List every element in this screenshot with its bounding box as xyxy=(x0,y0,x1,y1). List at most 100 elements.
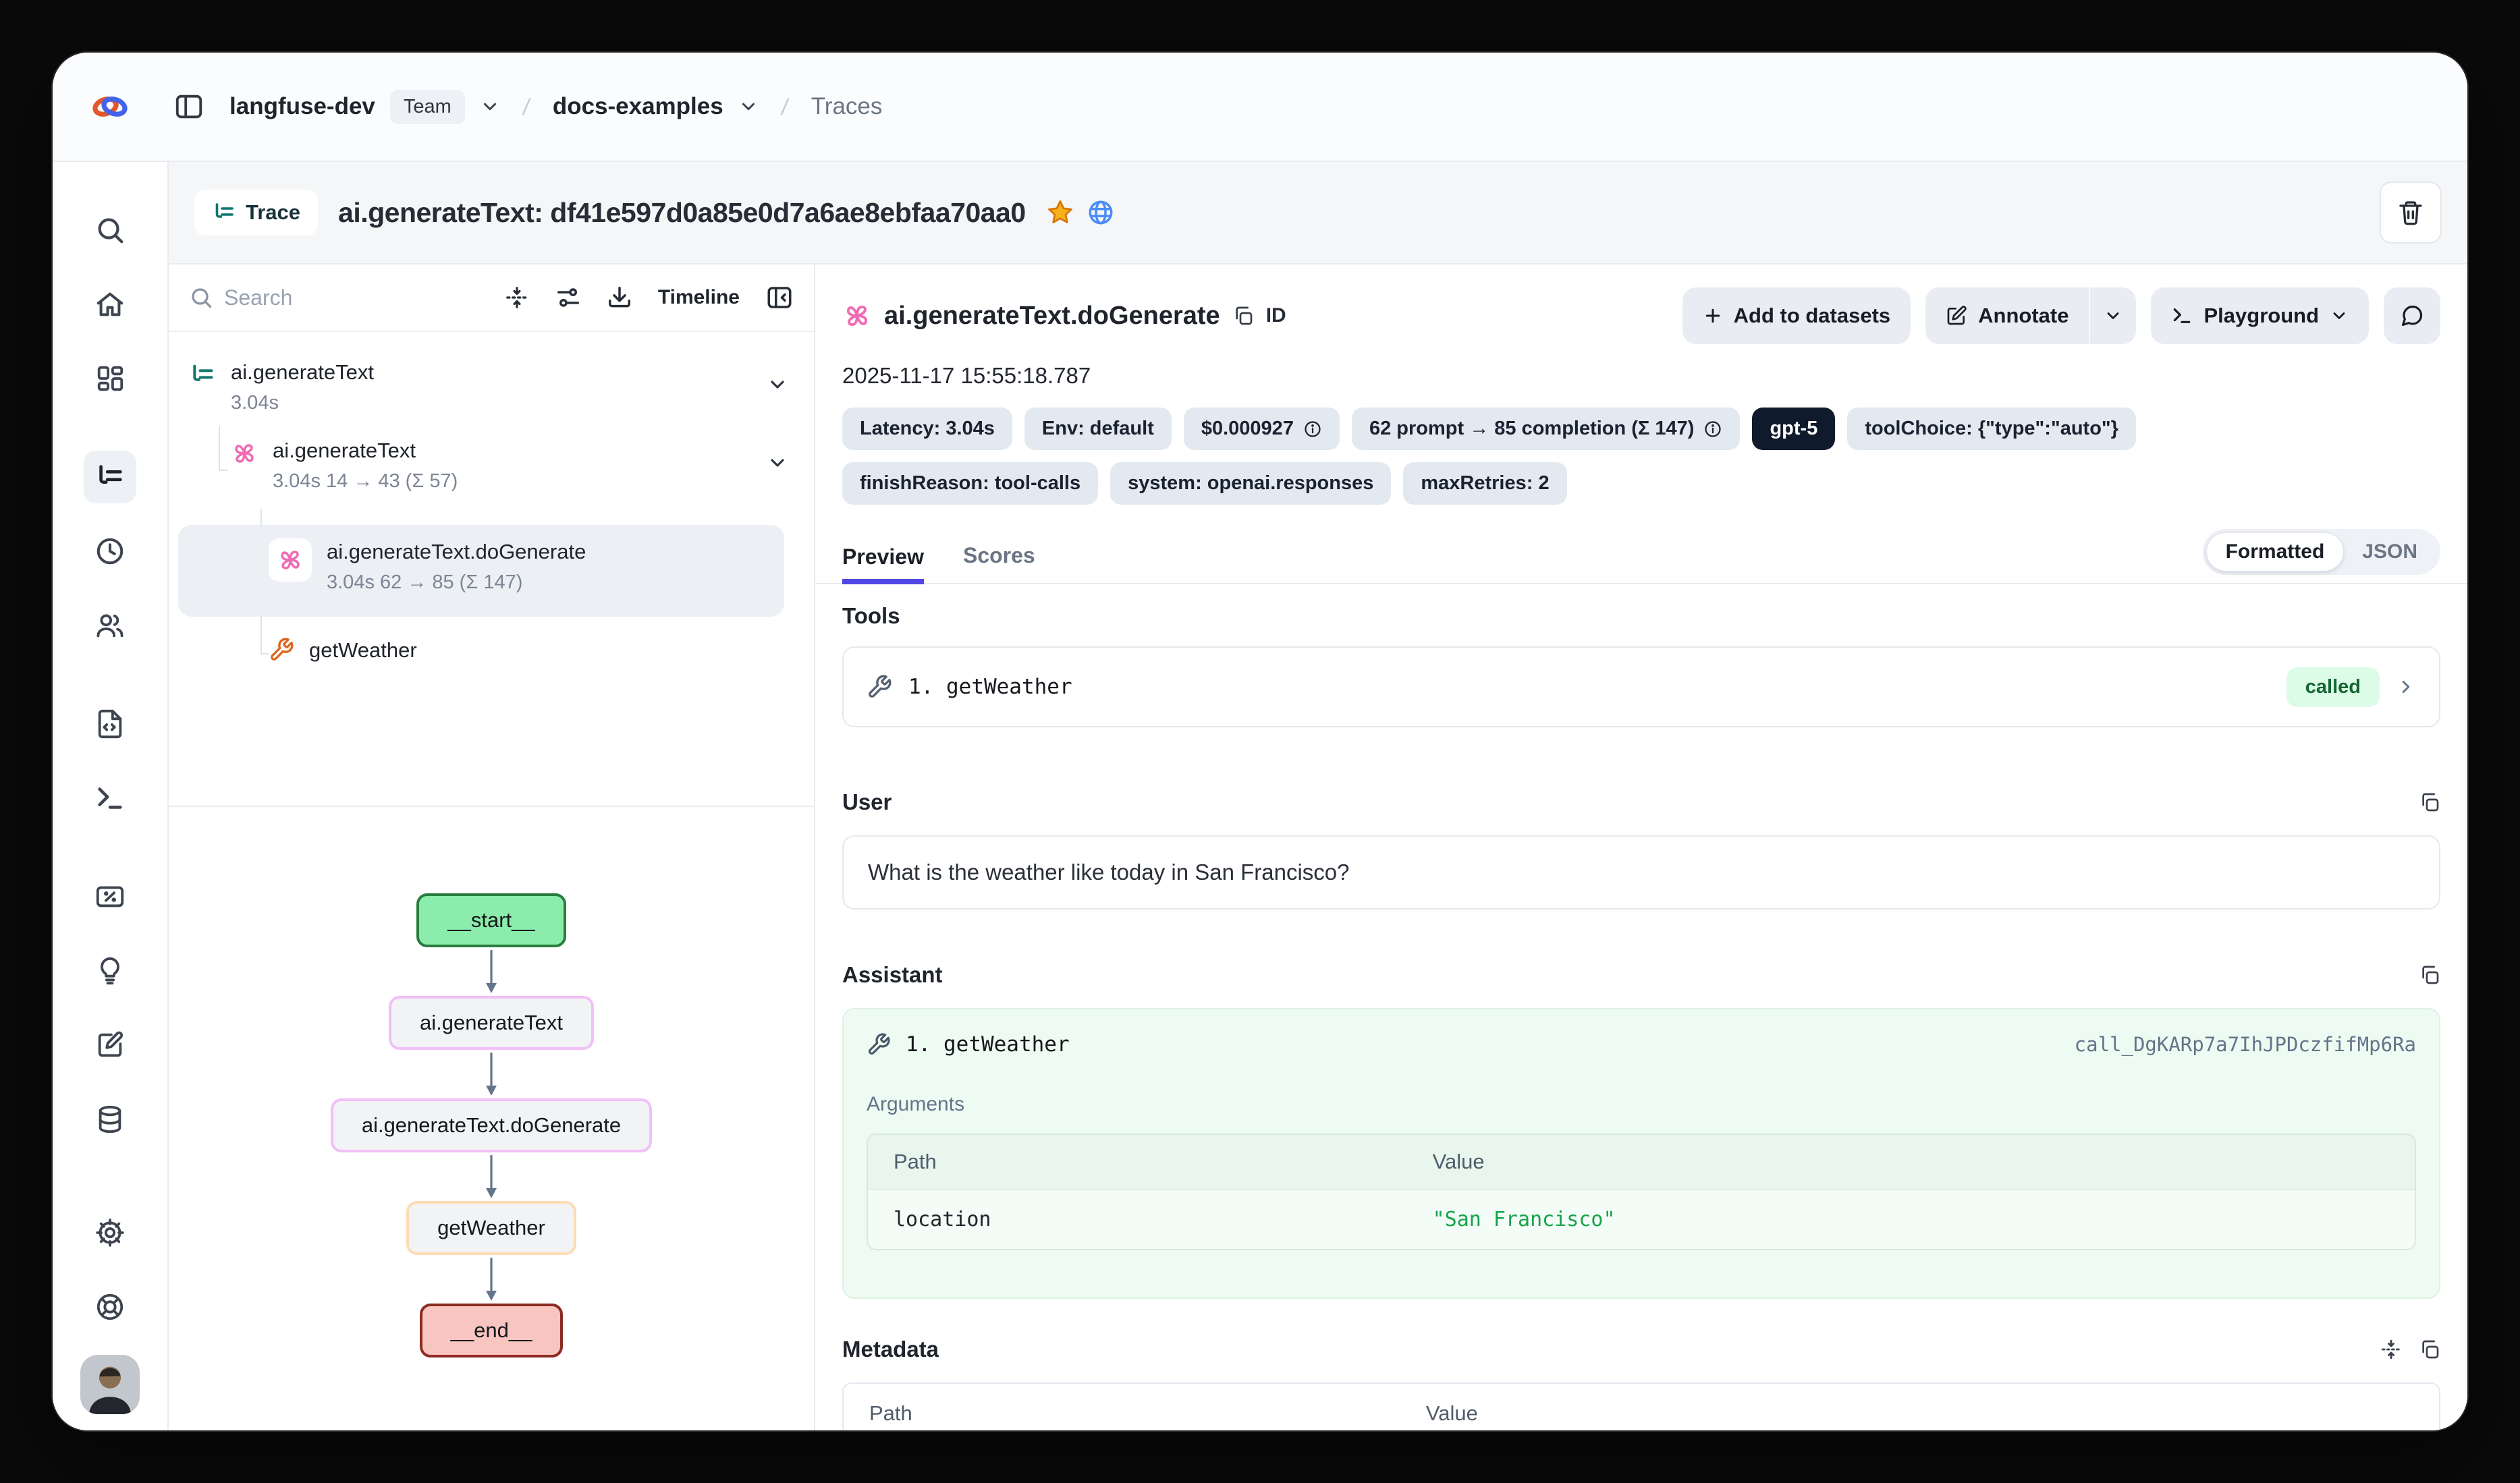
download-icon[interactable] xyxy=(607,285,632,310)
breadcrumb-page[interactable]: Traces xyxy=(811,93,883,120)
dashboards-icon[interactable] xyxy=(84,352,136,405)
settings-gear-icon[interactable] xyxy=(84,1206,136,1259)
trace-badge-label: Trace xyxy=(246,200,300,225)
avatar[interactable] xyxy=(80,1355,140,1414)
toggle-formatted[interactable]: Formatted xyxy=(2207,533,2344,571)
view-mode-toggle: Formatted JSON xyxy=(2203,529,2440,575)
tree-row-meta: 3.04s xyxy=(231,393,374,413)
nav-rail xyxy=(53,162,169,1430)
tree-row-label: ai.generateText xyxy=(231,362,374,383)
tree-guide xyxy=(261,653,269,654)
comments-button[interactable] xyxy=(2384,287,2440,344)
chevron-right-icon[interactable] xyxy=(2396,677,2416,697)
breadcrumb-separator xyxy=(773,95,796,118)
arguments-table: Path Value location "San Francisco" xyxy=(867,1134,2416,1250)
datasets-database-icon[interactable] xyxy=(84,1093,136,1146)
tree-row-generation[interactable]: ai.generateText 3.04s 14 → 43 (Σ 57) xyxy=(231,440,458,491)
trace-graph: __start__ ai.generateText ai.generateTex… xyxy=(169,807,814,1430)
copy-icon[interactable] xyxy=(2419,964,2440,986)
prompts-file-code-icon[interactable] xyxy=(84,698,136,750)
sessions-clock-icon[interactable] xyxy=(84,525,136,578)
graph-node-end[interactable]: __end__ xyxy=(420,1304,564,1358)
tree-row-label: ai.generateText.doGenerate xyxy=(327,541,586,562)
chevron-down-icon[interactable] xyxy=(738,96,759,117)
tool-definition-row[interactable]: 1. getWeather called xyxy=(842,646,2440,727)
called-badge: called xyxy=(2286,667,2380,707)
wrench-icon xyxy=(867,674,892,700)
metadata-heading: Metadata xyxy=(842,1337,939,1362)
trace-type-badge: Trace xyxy=(194,190,318,235)
langfuse-logo[interactable] xyxy=(53,87,167,126)
copy-id-label[interactable]: ID xyxy=(1266,304,1286,327)
tokens-badge[interactable]: 62 prompt → 85 completion (Σ 147) xyxy=(1352,408,1741,450)
collapse-panel-icon[interactable] xyxy=(765,283,794,312)
scores-percent-icon[interactable] xyxy=(84,870,136,923)
view-options-sliders-icon[interactable] xyxy=(555,285,581,310)
copy-icon[interactable] xyxy=(1232,305,1254,327)
tree-row-getweather[interactable]: getWeather xyxy=(269,637,417,663)
chevron-down-icon[interactable] xyxy=(767,452,788,474)
graph-arrow-icon xyxy=(483,1051,500,1097)
table-header-row: Path Value xyxy=(868,1135,2415,1190)
tab-preview[interactable]: Preview xyxy=(842,544,924,584)
search-input[interactable]: Search xyxy=(224,285,292,310)
wrench-icon xyxy=(867,1032,891,1057)
maxretries-badge: maxRetries: 2 xyxy=(1403,462,1566,505)
breadcrumb-section[interactable]: docs-examples xyxy=(553,93,723,120)
env-badge: Env: default xyxy=(1024,408,1172,450)
timeline-toggle[interactable]: Timeline xyxy=(658,286,740,309)
public-globe-icon[interactable] xyxy=(1087,198,1115,227)
playground-terminal-icon[interactable] xyxy=(84,772,136,824)
graph-node-dogenerate[interactable]: ai.generateText.doGenerate xyxy=(331,1098,652,1152)
insights-lightbulb-icon[interactable] xyxy=(84,945,136,997)
add-to-datasets-button[interactable]: Add to datasets xyxy=(1682,287,1911,344)
cost-badge[interactable]: $0.000927 xyxy=(1184,408,1340,450)
breadcrumb-separator xyxy=(515,95,538,118)
breadcrumb: langfuse-dev Team docs-examples Traces xyxy=(229,90,882,124)
pen-square-icon xyxy=(1946,305,1967,327)
wrench-icon xyxy=(269,637,294,663)
users-icon[interactable] xyxy=(84,599,136,652)
sidebar-toggle-icon[interactable] xyxy=(167,85,211,128)
tree-row-label: ai.generateText xyxy=(273,440,458,461)
copy-icon[interactable] xyxy=(2419,1339,2440,1360)
support-lifebuoy-icon[interactable] xyxy=(84,1281,136,1333)
expand-fold-icon[interactable] xyxy=(2380,1338,2403,1361)
system-badge: system: openai.responses xyxy=(1110,462,1391,505)
annotate-dropdown-button[interactable] xyxy=(2089,287,2136,344)
playground-button[interactable]: Playground xyxy=(2151,287,2369,344)
collapse-all-icon[interactable] xyxy=(504,285,530,310)
copy-icon[interactable] xyxy=(2419,791,2440,813)
toggle-json[interactable]: JSON xyxy=(2343,533,2436,571)
graph-node-start[interactable]: __start__ xyxy=(416,893,566,947)
arg-value: "San Francisco" xyxy=(1433,1208,2415,1231)
tracing-icon[interactable] xyxy=(84,451,136,503)
chevron-down-icon[interactable] xyxy=(480,96,500,117)
annotate-button[interactable]: Annotate xyxy=(1925,287,2089,344)
trace-tree-panel: Search Timeline xyxy=(169,264,815,1430)
graph-node-getweather[interactable]: getWeather xyxy=(406,1201,576,1255)
chevron-down-icon xyxy=(2104,306,2122,325)
graph-arrow-icon xyxy=(483,1154,500,1200)
home-icon[interactable] xyxy=(84,278,136,331)
tree-row-dogenerate-selected[interactable]: ai.generateText.doGenerate 3.04s 62 → 85… xyxy=(269,538,586,592)
generation-icon xyxy=(231,440,258,467)
breadcrumb-project[interactable]: langfuse-dev xyxy=(229,93,375,120)
badges-row-2: finishReason: tool-calls system: openai.… xyxy=(815,450,2467,505)
search-icon[interactable] xyxy=(84,204,136,256)
delete-trace-button[interactable] xyxy=(2380,181,2442,244)
tool-name: 1. getWeather xyxy=(908,675,1072,699)
screen: langfuse-dev Team docs-examples Traces xyxy=(0,0,2520,1483)
observation-detail-panel: ai.generateText.doGenerate ID Add to dat… xyxy=(815,264,2467,1430)
finishreason-badge: finishReason: tool-calls xyxy=(842,462,1098,505)
annotation-icon[interactable] xyxy=(84,1019,136,1071)
app-window: langfuse-dev Team docs-examples Traces xyxy=(53,53,2467,1430)
team-badge: Team xyxy=(390,90,465,124)
favorite-star-icon[interactable] xyxy=(1046,198,1074,227)
model-badge[interactable]: gpt-5 xyxy=(1752,408,1835,450)
tree-row-trace[interactable]: ai.generateText 3.04s xyxy=(189,362,374,413)
preview-content: Tools 1. getWeather called User xyxy=(815,584,2467,1430)
tab-scores[interactable]: Scores xyxy=(963,543,1035,583)
graph-node-generatetext[interactable]: ai.generateText xyxy=(389,996,594,1050)
chevron-down-icon[interactable] xyxy=(767,374,788,395)
